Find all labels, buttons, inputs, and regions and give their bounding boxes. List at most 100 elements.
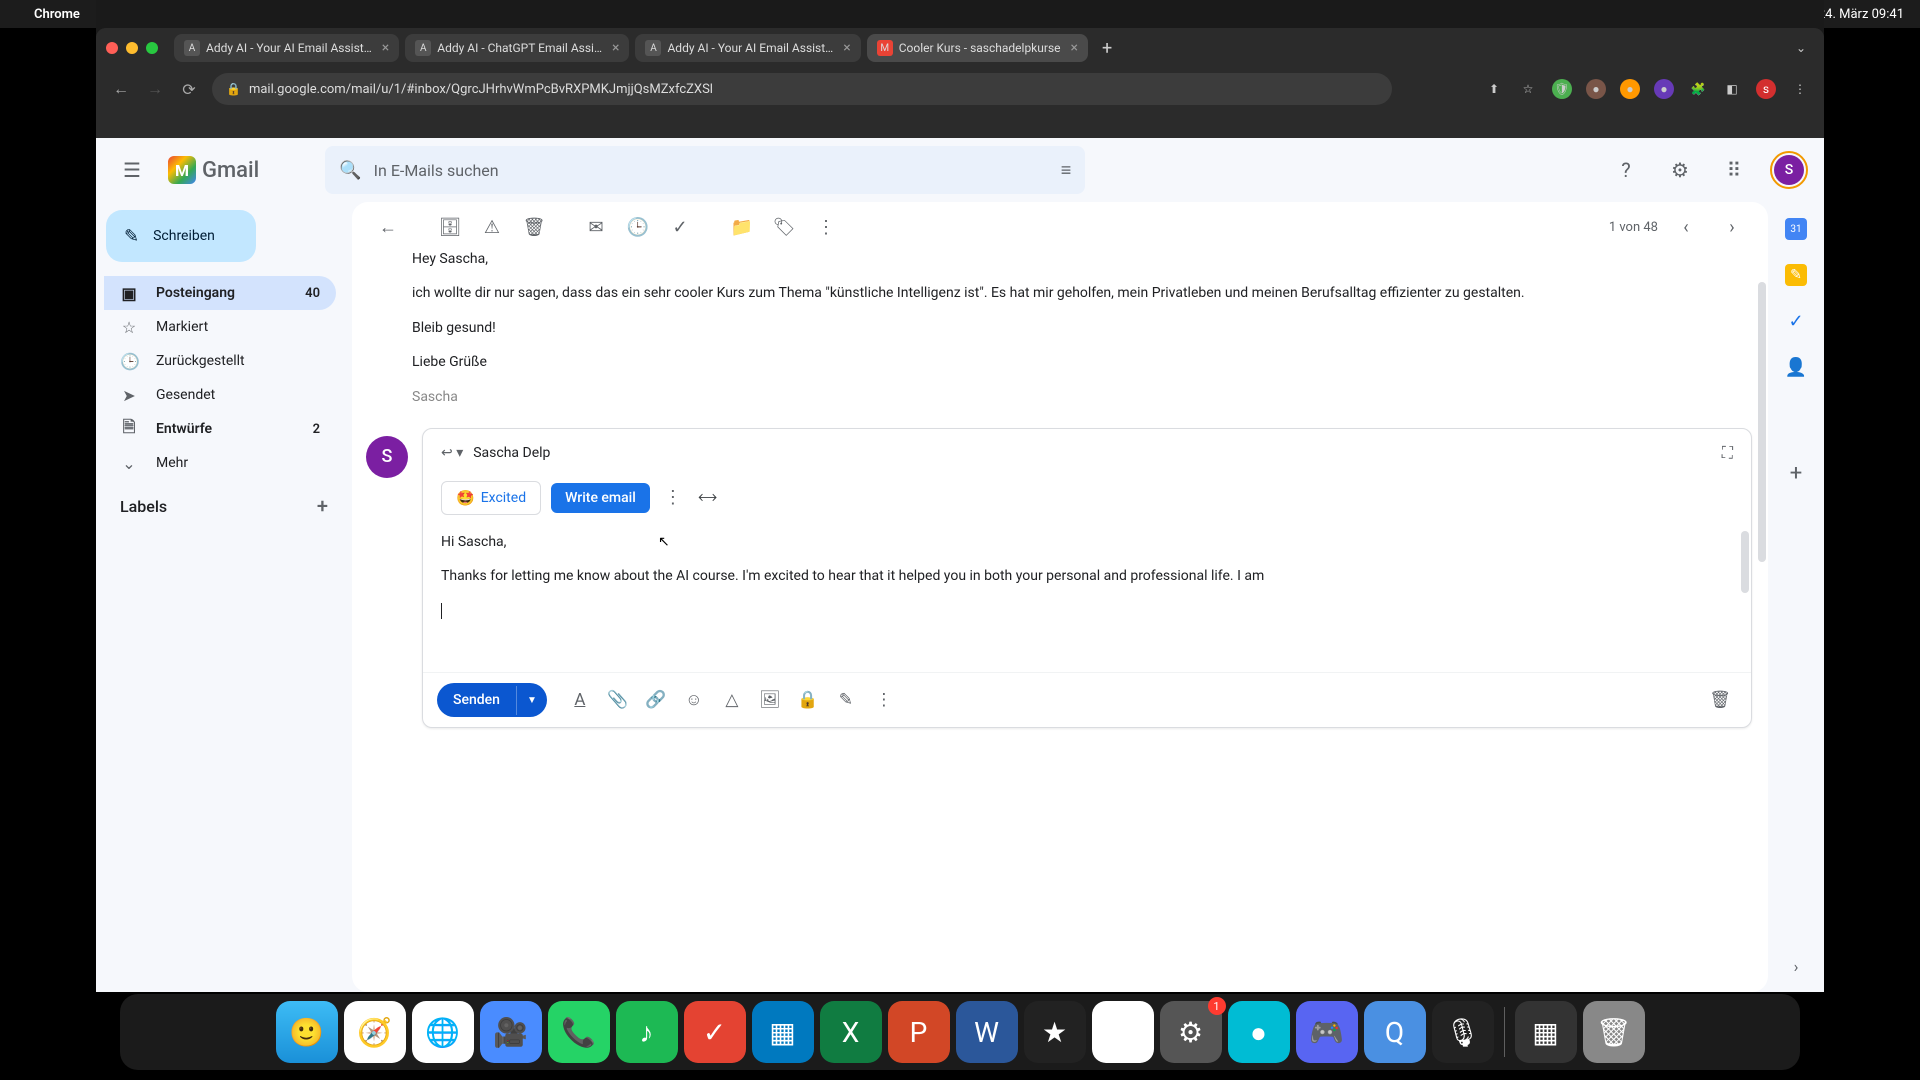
discard-draft-button[interactable]: 🗑 — [1703, 683, 1737, 717]
archive-button[interactable]: 🗄 — [432, 210, 468, 246]
dock-imovie[interactable]: ★ — [1024, 1001, 1086, 1063]
extension-icon[interactable]: 🛡 — [1552, 79, 1572, 99]
dock-quicktime[interactable]: Q — [1364, 1001, 1426, 1063]
calendar-icon[interactable]: 31 — [1785, 218, 1807, 240]
dock-safari[interactable]: 🧭 — [344, 1001, 406, 1063]
dock-drive[interactable]: ▲ — [1092, 1001, 1154, 1063]
settings-gear-icon[interactable]: ⚙ — [1662, 152, 1698, 188]
browser-tab[interactable]: AAddy AI - Your AI Email Assist…× — [635, 34, 860, 62]
sidebar-snoozed[interactable]: 🕒Zurückgestellt — [104, 344, 336, 378]
browser-tab[interactable]: AAddy AI - ChatGPT Email Assi…× — [405, 34, 629, 62]
add-addon-button[interactable]: + — [1785, 462, 1807, 484]
next-email-button[interactable]: › — [1714, 210, 1750, 246]
dock-zoom[interactable]: 🎥 — [480, 1001, 542, 1063]
tone-chip-excited[interactable]: 🤩Excited — [441, 481, 541, 515]
dock-word[interactable]: W — [956, 1001, 1018, 1063]
dock-app[interactable]: ● — [1228, 1001, 1290, 1063]
maximize-window-button[interactable] — [146, 42, 158, 54]
browser-tab[interactable]: AAddy AI - Your AI Email Assist…× — [174, 34, 399, 62]
delete-button[interactable]: 🗑 — [516, 210, 552, 246]
dock-todoist[interactable]: ✓ — [684, 1001, 746, 1063]
send-options-dropdown[interactable]: ▼ — [516, 686, 547, 715]
addy-more-icon[interactable]: ⋮ — [660, 487, 686, 508]
dock-folder[interactable]: ▦ — [1515, 1001, 1577, 1063]
expand-icon[interactable]: ⤢ — [692, 483, 723, 514]
more-actions-button[interactable]: ⋮ — [808, 210, 844, 246]
insert-photo-button[interactable]: 🖼 — [753, 683, 787, 717]
reply-type-dropdown[interactable]: ↩ ▾ — [441, 445, 463, 461]
send-button[interactable]: Senden ▼ — [437, 683, 547, 717]
dock-system-settings[interactable]: ⚙1 — [1160, 1001, 1222, 1063]
back-to-inbox-button[interactable]: ← — [370, 210, 406, 246]
bookmark-star-icon[interactable]: ☆ — [1518, 79, 1538, 99]
popout-icon[interactable]: ⛶ — [1722, 443, 1733, 463]
sidebar-sent[interactable]: ➤Gesendet — [104, 378, 336, 412]
gmail-logo[interactable]: M Gmail — [168, 156, 259, 184]
account-avatar[interactable]: S — [1770, 151, 1808, 189]
sidebar-drafts[interactable]: 🗎Entwürfe2 — [104, 412, 336, 446]
formatting-button[interactable]: A — [563, 683, 597, 717]
chrome-menu-icon[interactable]: ⋮ — [1790, 79, 1810, 99]
help-icon[interactable]: ? — [1608, 152, 1644, 188]
scrollbar-thumb[interactable] — [1741, 531, 1749, 593]
tasks-icon[interactable]: ✓ — [1785, 310, 1807, 332]
app-name[interactable]: Chrome — [34, 7, 80, 22]
reply-editor[interactable]: Hi Sascha, Thanks for letting me know ab… — [423, 525, 1751, 672]
extension-icon[interactable]: ● — [1654, 79, 1674, 99]
sidepanel-toggle-icon[interactable]: ◧ — [1722, 79, 1742, 99]
main-menu-button[interactable]: ☰ — [112, 150, 152, 190]
signature-button[interactable]: ✎ — [829, 683, 863, 717]
extension-icon[interactable]: ● — [1620, 79, 1640, 99]
dock-chrome[interactable]: 🌐 — [412, 1001, 474, 1063]
reload-button[interactable]: ⟳ — [178, 80, 200, 99]
close-tab-icon[interactable]: × — [612, 40, 619, 56]
close-tab-icon[interactable]: × — [382, 40, 389, 56]
dock-spotify[interactable]: ♪ — [616, 1001, 678, 1063]
extensions-menu-icon[interactable]: 🧩 — [1688, 79, 1708, 99]
search-icon[interactable]: 🔍 — [339, 160, 361, 181]
profile-avatar[interactable]: s — [1756, 79, 1776, 99]
attach-file-button[interactable]: 📎 — [601, 683, 635, 717]
collapse-sidepanel-icon[interactable]: › — [1794, 957, 1799, 976]
write-email-button[interactable]: Write email — [551, 483, 650, 513]
extension-icon[interactable]: ● — [1586, 79, 1606, 99]
report-spam-button[interactable]: ⚠ — [474, 210, 510, 246]
contacts-icon[interactable]: 👤 — [1785, 356, 1807, 378]
add-to-tasks-button[interactable]: ✓ — [662, 210, 698, 246]
browser-tab-active[interactable]: MCooler Kurs - saschadelpkurse× — [867, 34, 1088, 62]
sidebar-inbox[interactable]: ▣Posteingang40 — [104, 276, 336, 310]
dock-finder[interactable]: 🙂 — [276, 1001, 338, 1063]
dock-excel[interactable]: X — [820, 1001, 882, 1063]
share-icon[interactable]: ⬆ — [1484, 79, 1504, 99]
dock-discord[interactable]: 🎮 — [1296, 1001, 1358, 1063]
labels-button[interactable]: 🏷 — [766, 210, 802, 246]
keep-icon[interactable]: ✎ — [1785, 264, 1807, 286]
insert-drive-button[interactable]: △ — [715, 683, 749, 717]
apps-grid-icon[interactable]: ⠿ — [1716, 152, 1752, 188]
close-tab-icon[interactable]: × — [1071, 40, 1078, 56]
sidebar-more[interactable]: ⌄Mehr — [104, 446, 336, 480]
search-options-icon[interactable]: ≡ — [1061, 160, 1072, 181]
search-bar[interactable]: 🔍 In E-Mails suchen ≡ — [325, 146, 1085, 194]
reply-recipient[interactable]: Sascha Delp — [473, 445, 550, 461]
search-input[interactable]: In E-Mails suchen — [374, 161, 1049, 180]
close-window-button[interactable] — [106, 42, 118, 54]
insert-link-button[interactable]: 🔗 — [639, 683, 673, 717]
dock-powerpoint[interactable]: P — [888, 1001, 950, 1063]
prev-email-button[interactable]: ‹ — [1668, 210, 1704, 246]
sidebar-starred[interactable]: ☆Markiert — [104, 310, 336, 344]
insert-emoji-button[interactable]: ☺ — [677, 683, 711, 717]
snooze-button[interactable]: 🕒 — [620, 210, 656, 246]
compose-button[interactable]: ✎ Schreiben — [106, 210, 256, 262]
dock-whatsapp[interactable]: 📞 — [548, 1001, 610, 1063]
back-button[interactable]: ← — [110, 79, 132, 99]
new-tab-button[interactable]: + — [1094, 38, 1120, 59]
mark-unread-button[interactable]: ✉ — [578, 210, 614, 246]
dock-trello[interactable]: ▦ — [752, 1001, 814, 1063]
add-label-button[interactable]: + — [317, 494, 328, 518]
minimize-window-button[interactable] — [126, 42, 138, 54]
address-bar[interactable]: 🔒 mail.google.com/mail/u/1/#inbox/QgrcJH… — [212, 73, 1392, 105]
dock-trash[interactable]: 🗑 — [1583, 1001, 1645, 1063]
forward-button[interactable]: → — [144, 79, 166, 99]
close-tab-icon[interactable]: × — [843, 40, 850, 56]
